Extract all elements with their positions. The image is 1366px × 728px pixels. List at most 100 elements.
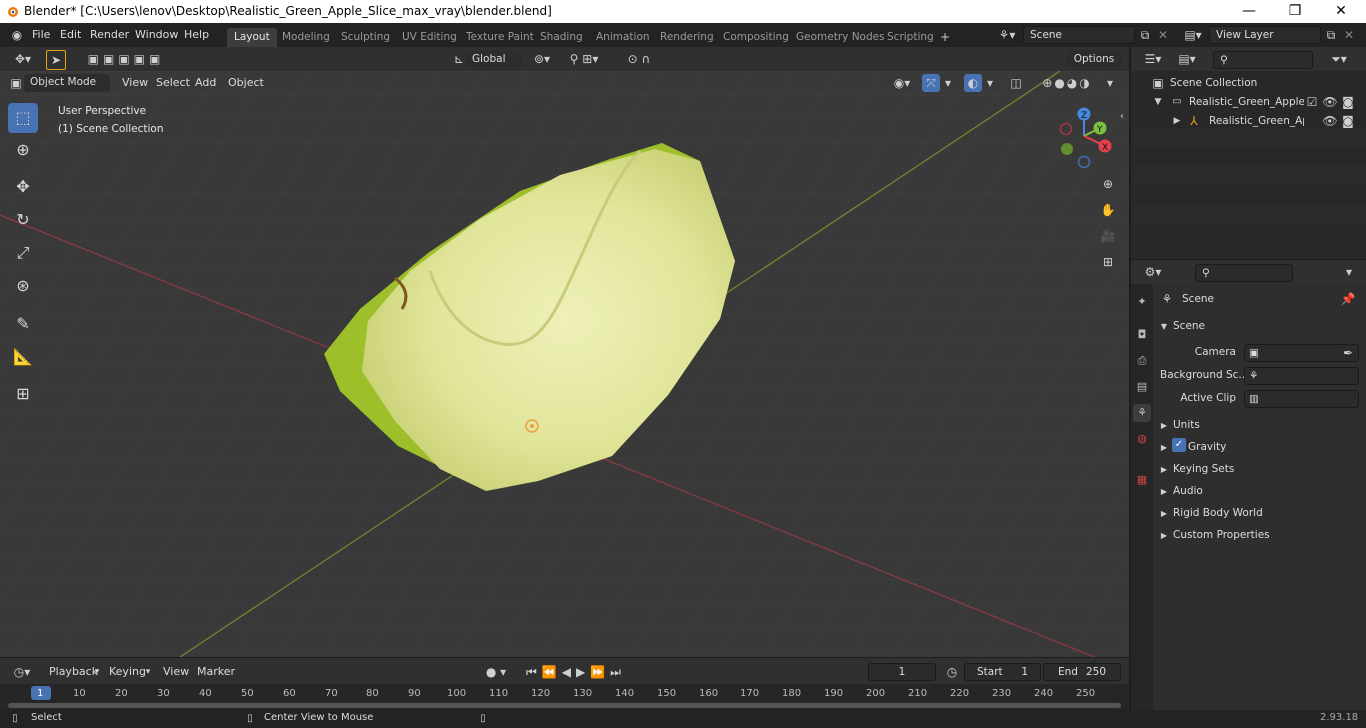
- overlay-toggle-icon[interactable]: ◐: [964, 74, 982, 92]
- editor-type-icon[interactable]: ✥▾: [8, 50, 38, 68]
- playback-controls-icons[interactable]: ⏮⏪◀▶⏩⏭: [520, 663, 632, 681]
- current-frame-field[interactable]: 1: [868, 663, 936, 681]
- shading-mode-icons[interactable]: ⊕●◕◑: [1030, 74, 1104, 92]
- camera-render-icon-object[interactable]: ◙: [1340, 112, 1356, 130]
- scene-panel-expand-icon[interactable]: ▼: [1159, 318, 1169, 336]
- 3d-viewport[interactable]: [0, 71, 1129, 657]
- options-button[interactable]: Options: [1066, 50, 1122, 68]
- record-icon[interactable]: ● ▾: [478, 663, 514, 681]
- background-scene-field[interactable]: ⚘: [1244, 367, 1359, 385]
- eye-icon-object[interactable]: 👁: [1322, 112, 1338, 130]
- timeline-editor-icon[interactable]: ◷▾: [8, 663, 36, 681]
- tab-sculpting[interactable]: Sculpting: [334, 28, 397, 47]
- mode-select[interactable]: Object Mode: [24, 74, 110, 92]
- tool-rotate[interactable]: ↻: [8, 205, 38, 235]
- scene-field[interactable]: Scene: [1023, 26, 1135, 44]
- navigation-gizmo[interactable]: Z Y X: [1054, 104, 1116, 170]
- viewport-menu-object[interactable]: Object: [228, 76, 264, 89]
- section-rigid-body-world[interactable]: Rigid Body World: [1173, 507, 1263, 519]
- world-tab-icon[interactable]: ◍: [1133, 430, 1151, 448]
- tab-scripting[interactable]: Scripting: [880, 28, 941, 47]
- display-mode-icon[interactable]: ▤▾: [1173, 50, 1201, 68]
- view-layer-icon[interactable]: ▤▾: [1179, 26, 1207, 44]
- camera-view-icon[interactable]: 🎥: [1098, 227, 1118, 245]
- view-layer-field[interactable]: View Layer: [1209, 26, 1321, 44]
- tool-transform[interactable]: ⊛: [8, 271, 38, 301]
- tool-add-cube[interactable]: ⊞: [8, 379, 38, 409]
- timeline-menu-keying[interactable]: Keying: [109, 665, 146, 678]
- units-expand-icon[interactable]: ▶: [1159, 417, 1169, 435]
- output-tab-icon[interactable]: ⎙: [1133, 352, 1151, 370]
- select-tool-icon[interactable]: ➤: [46, 50, 66, 70]
- menu-render[interactable]: Render: [90, 28, 129, 41]
- render-tab-icon[interactable]: ◘: [1133, 326, 1151, 344]
- tool-move[interactable]: ✥: [8, 172, 38, 202]
- sidebar-toggle-icon[interactable]: ‹: [1116, 108, 1128, 126]
- gizmo-toggle-icon[interactable]: ⤧: [922, 74, 940, 92]
- new-view-layer-icon[interactable]: ⧉: [1323, 26, 1339, 44]
- exclude-checkbox-icon[interactable]: ☑: [1305, 93, 1319, 111]
- delete-scene-icon[interactable]: ✕: [1155, 26, 1171, 44]
- gravity-checkbox[interactable]: ✓: [1172, 438, 1186, 452]
- proportional-edit-icon[interactable]: ⊙ ∩: [614, 50, 664, 68]
- gizmo-neg-y-icon[interactable]: [1061, 143, 1073, 155]
- eye-icon[interactable]: 👁: [1322, 93, 1338, 111]
- new-scene-icon[interactable]: ⧉: [1137, 26, 1153, 44]
- minimize-button[interactable]: —: [1226, 0, 1272, 23]
- start-frame-field[interactable]: Start 1: [964, 663, 1041, 681]
- properties-options-icon[interactable]: ▾: [1340, 263, 1358, 281]
- tool-cursor[interactable]: ⊕: [8, 135, 38, 165]
- expand-collection-icon[interactable]: ▼: [1152, 93, 1164, 111]
- blender-menu-icon[interactable]: ◉: [8, 26, 26, 44]
- gizmo-neg-x-icon[interactable]: [1059, 122, 1073, 136]
- custom-props-expand-icon[interactable]: ▶: [1159, 527, 1169, 545]
- tab-modeling[interactable]: Modeling: [275, 28, 337, 47]
- selection-mode-icons[interactable]: ▣▣▣▣▣: [82, 50, 170, 68]
- timeline-menu-view[interactable]: View: [163, 665, 189, 678]
- scene-tab-icon[interactable]: ⚘: [1133, 404, 1151, 422]
- perspective-grid-icon[interactable]: ⊞: [1098, 253, 1118, 271]
- viewport-menu-view[interactable]: View: [122, 76, 148, 89]
- tab-animation[interactable]: Animation: [589, 28, 657, 47]
- snap-icon[interactable]: ⚲ ⊞▾: [562, 50, 606, 68]
- viewport-menu-add[interactable]: Add: [195, 76, 216, 89]
- properties-search-input[interactable]: ⚲: [1195, 264, 1293, 282]
- tool-annotate[interactable]: ✎: [8, 309, 38, 339]
- zoom-icon[interactable]: ⊕: [1098, 175, 1118, 193]
- camera-render-icon[interactable]: ◙: [1340, 93, 1356, 111]
- tool-scale[interactable]: ⤢: [8, 238, 38, 268]
- orientation-select[interactable]: Global: [466, 51, 522, 69]
- active-clip-field[interactable]: ▥: [1244, 390, 1359, 408]
- tab-uv-editing[interactable]: UV Editing: [395, 28, 464, 47]
- tab-texture-paint[interactable]: Texture Paint: [459, 28, 541, 47]
- eyedropper-icon[interactable]: ✒: [1340, 344, 1356, 362]
- close-button[interactable]: ✕: [1318, 0, 1364, 23]
- section-audio[interactable]: Audio: [1173, 485, 1203, 497]
- section-custom-properties[interactable]: Custom Properties: [1173, 529, 1270, 541]
- section-units[interactable]: Units: [1173, 419, 1200, 431]
- shading-dropdown-icon[interactable]: ▾: [1104, 74, 1116, 92]
- timeline-menu-playback[interactable]: Playback: [49, 665, 98, 678]
- texture-tab-icon[interactable]: ▦: [1133, 471, 1151, 489]
- xray-icon[interactable]: ◫: [1007, 74, 1025, 92]
- section-keying-sets[interactable]: Keying Sets: [1173, 463, 1234, 475]
- tab-compositing[interactable]: Compositing: [716, 28, 796, 47]
- outliner-item-collection[interactable]: Realistic_Green_Apple_Slic: [1189, 96, 1304, 108]
- outliner-item-object[interactable]: Realistic_Green_Apple: [1209, 115, 1304, 127]
- menu-edit[interactable]: Edit: [60, 28, 81, 41]
- add-workspace-icon[interactable]: +: [936, 28, 954, 46]
- tab-layout[interactable]: Layout: [227, 28, 277, 47]
- outliner-editor-icon[interactable]: ☰▾: [1139, 50, 1167, 68]
- pivot-icon[interactable]: ⊚▾: [528, 50, 556, 68]
- expand-object-icon[interactable]: ▶: [1171, 112, 1183, 130]
- end-frame-field[interactable]: End 250: [1043, 663, 1121, 681]
- audio-expand-icon[interactable]: ▶: [1159, 483, 1169, 501]
- outliner-scene-collection[interactable]: Scene Collection: [1170, 77, 1257, 89]
- viewport-menu-select[interactable]: Select: [156, 76, 190, 89]
- outliner-search-input[interactable]: ⚲: [1213, 51, 1313, 69]
- overlay-dropdown-icon[interactable]: ▾: [984, 74, 996, 92]
- delete-view-layer-icon[interactable]: ✕: [1341, 26, 1357, 44]
- filter-icon[interactable]: ⏷▾: [1325, 50, 1353, 68]
- scene-panel-header[interactable]: Scene: [1173, 320, 1205, 332]
- gizmo-neg-z-icon[interactable]: [1077, 155, 1091, 169]
